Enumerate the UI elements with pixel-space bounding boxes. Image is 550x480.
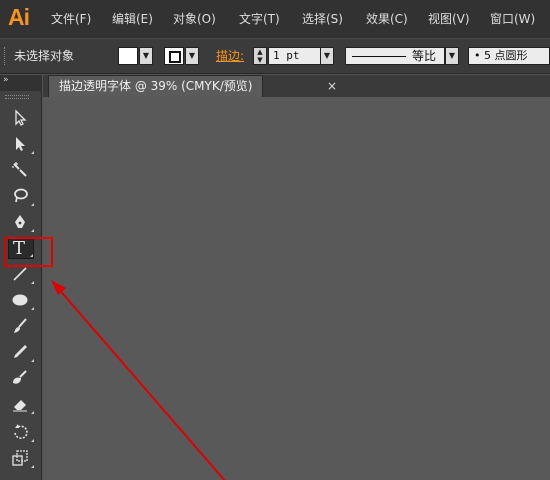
- stroke-profile-preview: [352, 56, 406, 57]
- control-bar-grip[interactable]: [4, 47, 7, 65]
- stroke-weight-dropdown[interactable]: ▼: [320, 47, 334, 65]
- app-logo: Ai: [8, 4, 30, 30]
- menu-select[interactable]: 选择(S): [302, 0, 343, 38]
- pen-nib-icon: [15, 215, 25, 228]
- stroke-profile-select[interactable]: 等比: [345, 47, 445, 65]
- collapse-panel-icon[interactable]: »: [3, 75, 8, 85]
- artboard-canvas[interactable]: [43, 97, 550, 480]
- blob-brush-icon: [13, 370, 27, 384]
- document-tab[interactable]: 描边透明字体 @ 39% (CMYK/预览): [48, 75, 264, 97]
- menu-file[interactable]: 文件(F): [51, 0, 91, 38]
- direct-selection-arrow-icon: [16, 137, 25, 151]
- fill-dropdown-button[interactable]: ▼: [139, 47, 153, 65]
- flyout-corner-icon: [31, 203, 34, 206]
- flyout-corner-icon: [31, 439, 34, 442]
- eraser-icon: [13, 400, 27, 412]
- document-tab-bar: 描边透明字体 @ 39% (CMYK/预览) ×: [43, 75, 550, 97]
- stroke-dropdown-button[interactable]: ▼: [185, 47, 199, 65]
- flyout-corner-icon: [31, 465, 34, 468]
- magic-wand-icon: [12, 162, 27, 177]
- pencil-icon: [14, 345, 27, 358]
- paintbrush-icon: [14, 318, 27, 333]
- tools-panel: T: [0, 91, 42, 480]
- menu-view[interactable]: 视图(V): [428, 0, 470, 38]
- brush-definition-select[interactable]: • 5 点圆形: [468, 47, 550, 65]
- stroke-weight-stepper[interactable]: ▲ ▼: [253, 47, 267, 65]
- menu-effect[interactable]: 效果(C): [366, 0, 408, 38]
- pencil-tool[interactable]: [8, 341, 34, 363]
- selection-arrow-icon: [15, 109, 27, 126]
- pen-tool[interactable]: [8, 211, 34, 233]
- paintbrush-tool[interactable]: [8, 315, 34, 337]
- rotate-tool[interactable]: [8, 421, 34, 443]
- flyout-corner-icon: [31, 229, 34, 232]
- blob-brush-tool[interactable]: [8, 367, 34, 389]
- stroke-label[interactable]: 描边:: [216, 39, 244, 73]
- selection-status: 未选择对象: [14, 49, 75, 63]
- tools-panel-header: »: [0, 75, 42, 91]
- tools-panel-grip[interactable]: [5, 95, 29, 99]
- fill-swatch[interactable]: [118, 47, 138, 65]
- scale-tool[interactable]: [8, 447, 34, 469]
- lasso-icon: [14, 188, 28, 203]
- control-bar: 未选择对象 ▼ ▼ 描边: ▲ ▼ 1 pt ▼ 等比 ▼ • 5 点圆形: [0, 38, 550, 74]
- selection-tool[interactable]: [8, 107, 34, 129]
- lasso-tool[interactable]: [8, 185, 34, 207]
- flyout-corner-icon: [31, 281, 34, 284]
- stroke-profile-dropdown[interactable]: ▼: [445, 47, 459, 65]
- flyout-corner-icon: [31, 359, 34, 362]
- ellipse-tool[interactable]: [8, 289, 34, 311]
- menu-type[interactable]: 文字(T): [239, 0, 280, 38]
- flyout-corner-icon: [31, 151, 34, 154]
- flyout-corner-icon: [31, 411, 34, 414]
- flyout-corner-icon: [31, 307, 34, 310]
- menu-bar: Ai 文件(F) 编辑(E) 对象(O) 文字(T) 选择(S) 效果(C) 视…: [0, 0, 550, 38]
- scale-icon: [12, 450, 28, 466]
- menu-object[interactable]: 对象(O): [173, 0, 216, 38]
- menu-window[interactable]: 窗口(W): [490, 0, 535, 38]
- line-segment-icon: [13, 267, 27, 281]
- eraser-tool[interactable]: [8, 393, 34, 415]
- rotate-icon: [14, 424, 28, 440]
- type-tool-highlight: [4, 237, 53, 267]
- stroke-profile-label: 等比: [412, 49, 437, 63]
- close-tab-icon[interactable]: ×: [327, 75, 337, 97]
- menu-edit[interactable]: 编辑(E): [112, 0, 153, 38]
- stroke-swatch[interactable]: [164, 47, 184, 65]
- magic-wand-tool[interactable]: [8, 159, 34, 181]
- ellipse-icon: [12, 294, 28, 306]
- direct-selection-tool[interactable]: [8, 133, 34, 155]
